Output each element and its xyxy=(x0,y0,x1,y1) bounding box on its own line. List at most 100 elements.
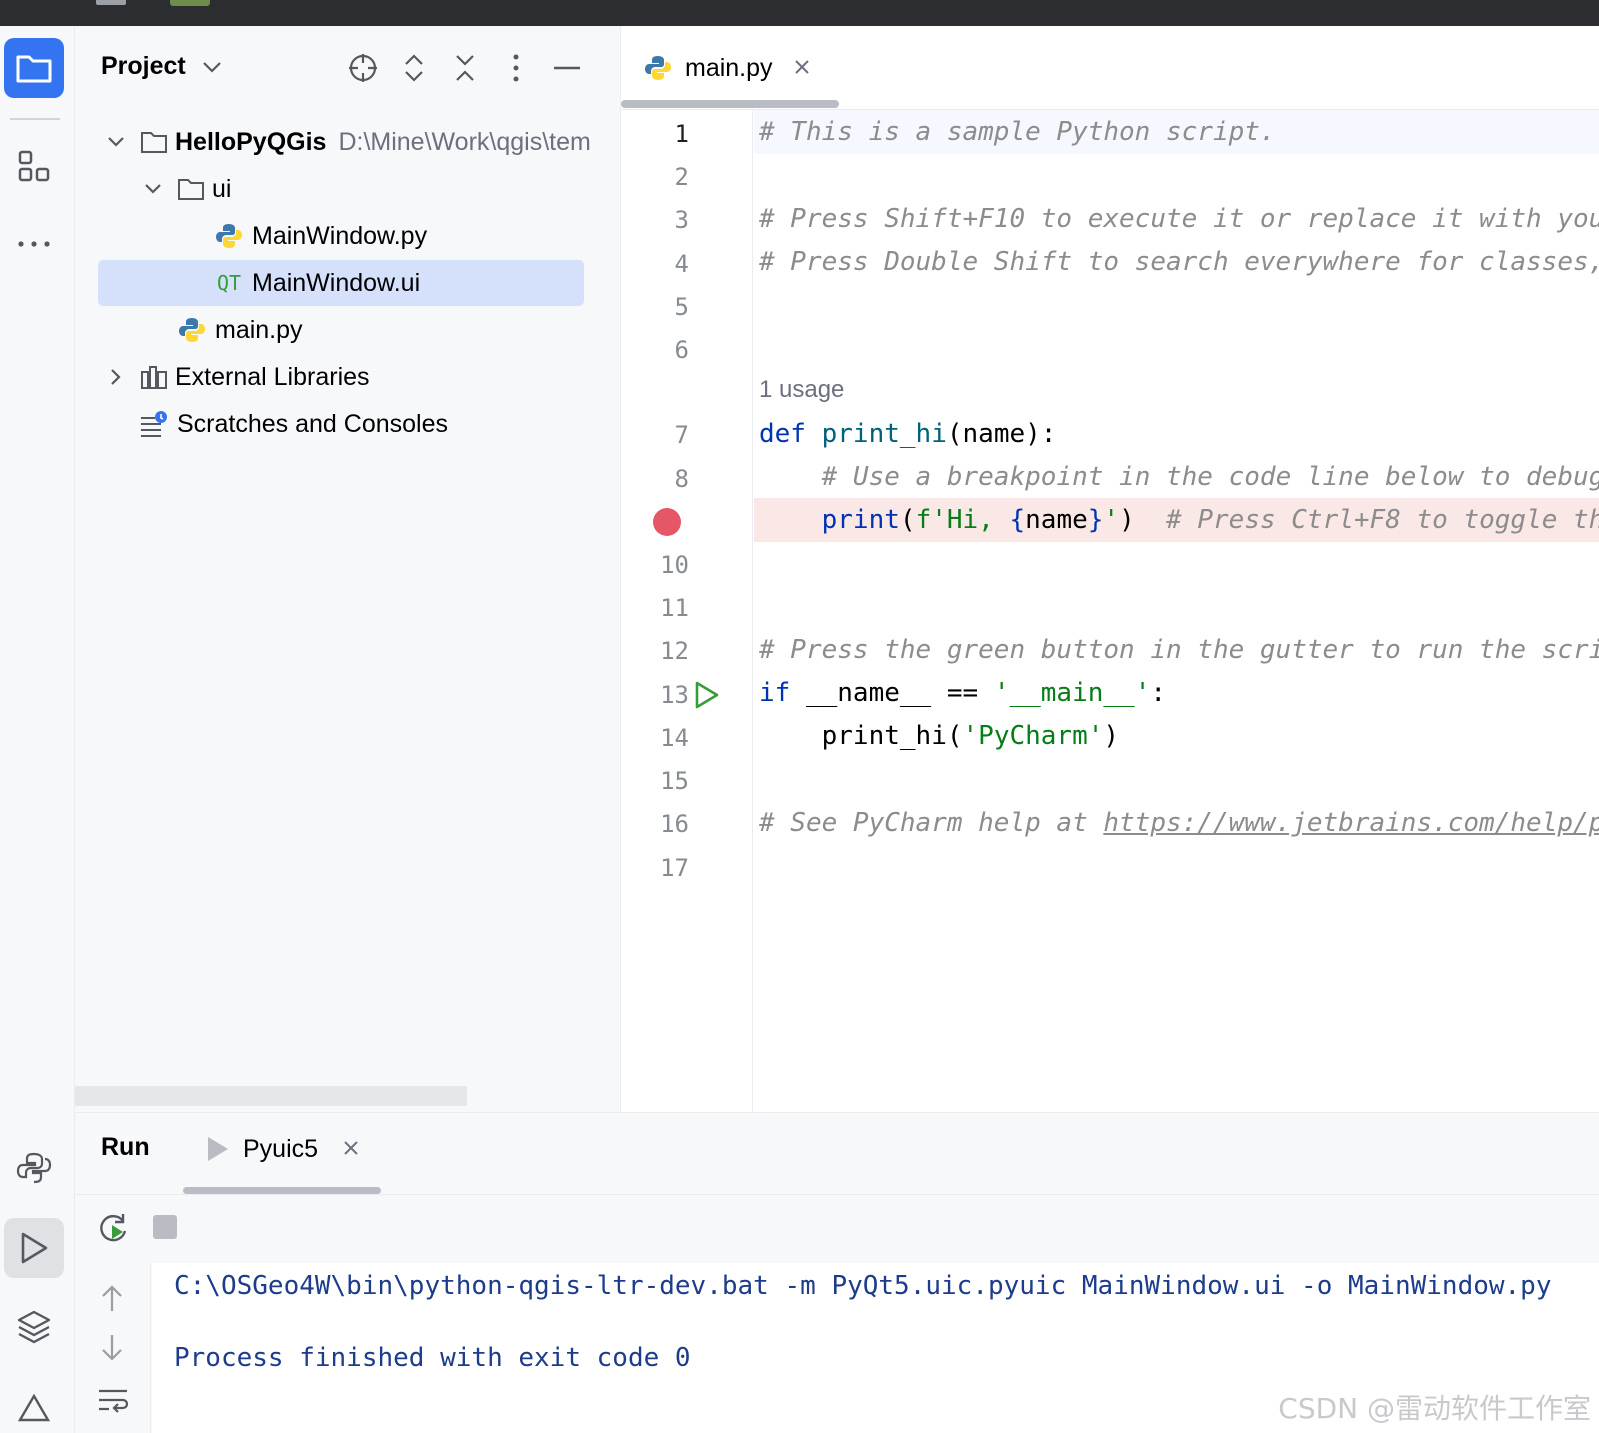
comment: # Press the green button in the gutter t… xyxy=(759,635,1599,665)
tree-item-mainwindow-ui[interactable]: QT MainWindow.ui xyxy=(98,260,584,306)
line-number: 1 xyxy=(674,120,689,148)
code-text: ( xyxy=(899,505,916,535)
python-file-icon xyxy=(177,315,207,345)
python-console-button[interactable] xyxy=(4,1138,64,1198)
strip-separator xyxy=(10,118,60,120)
tree-item-external-libraries[interactable]: External Libraries xyxy=(105,354,370,400)
builtin: print xyxy=(821,505,900,535)
expand-all-button[interactable] xyxy=(396,50,432,86)
project-title: Project xyxy=(101,52,186,80)
usage-hint[interactable]: 1 usage xyxy=(759,376,844,404)
tab-main-py[interactable]: main.py xyxy=(643,46,811,90)
minimize-icon xyxy=(554,66,580,70)
code-line: # Use a breakpoint in the code line belo… xyxy=(754,455,1599,499)
project-panel: Project HelloPyQGis D:\Mine\Work\qgis\te… xyxy=(75,26,621,1112)
code-text: : xyxy=(1150,678,1167,708)
options-button[interactable] xyxy=(498,50,534,86)
line-number: 10 xyxy=(660,551,689,579)
tree-item-mainwindow-py[interactable]: MainWindow.py xyxy=(214,213,427,259)
title-bar xyxy=(0,0,1599,26)
code-text-area[interactable]: # This is a sample Python script. # Pres… xyxy=(754,110,1599,1112)
chevron-down-icon[interactable] xyxy=(142,178,164,200)
code-line: def print_hi(name): xyxy=(754,412,1599,456)
project-tool-button[interactable] xyxy=(4,38,64,98)
expand-all-icon xyxy=(405,54,423,82)
active-tab-indicator xyxy=(183,1187,381,1194)
tree-item-label: Scratches and Consoles xyxy=(177,409,448,438)
comment: # This is a sample Python script. xyxy=(759,117,1276,147)
run-tab-pyuic5[interactable]: Pyuic5 xyxy=(205,1129,360,1169)
comment: # See PyCharm help at xyxy=(759,808,1104,838)
breakpoint-line: print(f'Hi, {name}') # Press Ctrl+F8 to … xyxy=(754,498,1599,542)
run-gutter-icon[interactable] xyxy=(693,680,721,715)
line-number: 5 xyxy=(674,293,689,321)
tree-item-ui-folder[interactable]: ui xyxy=(142,166,231,212)
ide-window: Project HelloPyQGis D:\Mine\Work\qgis\te… xyxy=(0,0,1599,1433)
code-line: # This is a sample Python script. xyxy=(754,110,1599,154)
select-opened-file-button[interactable] xyxy=(345,50,381,86)
keyword: if xyxy=(759,678,791,708)
scratches-icon xyxy=(139,409,169,439)
comment: # Press Double Shift to search everywher… xyxy=(759,247,1599,277)
watermark: CSDN @雷动软件工作室 xyxy=(1278,1392,1591,1425)
folder-icon xyxy=(176,174,206,204)
python-file-icon xyxy=(643,53,673,83)
code-text: ) xyxy=(1103,721,1120,751)
code-text: ) xyxy=(1119,505,1135,535)
arrow-up-icon[interactable] xyxy=(99,1283,125,1318)
editor-area: main.py 1 2 3 4 5 6 7 8 10 11 12 13 14 1… xyxy=(621,26,1599,1112)
collapse-all-button[interactable] xyxy=(447,50,483,86)
tree-item-label: MainWindow.ui xyxy=(252,268,421,297)
close-icon[interactable] xyxy=(342,1135,360,1164)
main-menu-icon[interactable] xyxy=(96,0,126,5)
stop-icon[interactable] xyxy=(153,1215,177,1239)
function-name: print_hi xyxy=(821,419,947,449)
horizontal-scrollbar[interactable] xyxy=(75,1086,467,1106)
tree-item-label: MainWindow.py xyxy=(252,221,428,250)
run-tool-button[interactable] xyxy=(4,1218,64,1278)
string: '__main__' xyxy=(993,678,1151,708)
services-icon xyxy=(17,1393,51,1422)
chevron-down-icon[interactable] xyxy=(105,131,127,153)
library-icon xyxy=(139,362,169,392)
layers-tool-button[interactable] xyxy=(4,1296,64,1356)
string: 'PyCharm' xyxy=(962,721,1104,751)
project-widget[interactable] xyxy=(170,0,210,6)
structure-tool-button[interactable] xyxy=(4,136,64,196)
project-panel-header: Project xyxy=(75,26,621,110)
run-tab-label: Pyuic5 xyxy=(243,1134,319,1163)
line-number-gutter[interactable]: 1 2 3 4 5 6 7 8 10 11 12 13 14 15 16 17 xyxy=(621,110,753,1112)
line-number: 16 xyxy=(660,810,689,838)
line-number: 8 xyxy=(674,465,689,493)
soft-wrap-icon[interactable] xyxy=(97,1385,129,1420)
run-toolbar xyxy=(75,1195,1599,1263)
breakpoint-icon[interactable] xyxy=(653,508,681,536)
console-line: Process finished with exit code 0 xyxy=(174,1343,691,1373)
run-config-icon xyxy=(208,1137,228,1161)
project-root-label: HelloPyQGis xyxy=(175,127,327,156)
code-text: __name__ == xyxy=(790,678,994,708)
collapse-all-icon xyxy=(456,55,474,81)
layers-icon xyxy=(17,1310,51,1344)
tree-item-label: External Libraries xyxy=(175,362,370,391)
code-line: # Press Shift+F10 to execute it or repla… xyxy=(754,197,1599,241)
tree-item-project-root[interactable]: HelloPyQGis D:\Mine\Work\qgis\tem xyxy=(105,119,591,165)
tree-item-scratches[interactable]: Scratches and Consoles xyxy=(139,401,448,447)
line-number: 13 xyxy=(660,681,689,709)
tree-item-main-py[interactable]: main.py xyxy=(177,307,303,353)
rerun-button[interactable] xyxy=(97,1211,131,1250)
close-icon[interactable] xyxy=(793,54,811,83)
structure-icon xyxy=(18,150,50,182)
arrow-down-icon[interactable] xyxy=(99,1333,125,1368)
more-tools-button[interactable] xyxy=(4,214,64,274)
more-horizontal-icon xyxy=(18,241,50,247)
tab-label: main.py xyxy=(685,53,773,82)
python-icon xyxy=(16,1152,52,1184)
chevron-right-icon[interactable] xyxy=(105,366,127,388)
project-view-selector[interactable]: Project xyxy=(101,52,223,81)
code-line: # Press Double Shift to search everywher… xyxy=(754,240,1599,284)
help-link[interactable]: https://www.jetbrains.com/help/pycharm/ xyxy=(1103,808,1599,838)
more-vertical-icon xyxy=(513,54,519,82)
services-tool-button[interactable] xyxy=(4,1378,64,1433)
hide-panel-button[interactable] xyxy=(549,50,585,86)
